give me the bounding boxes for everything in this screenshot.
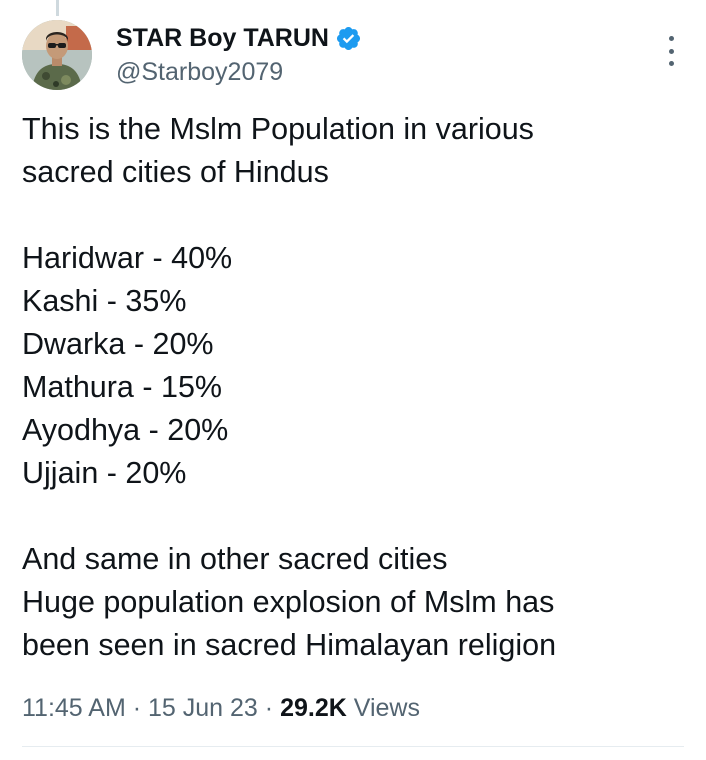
tweet-line: Dwarka - 20%	[22, 327, 214, 361]
tweet-line: Haridwar - 40%	[22, 241, 233, 275]
verified-badge-icon	[336, 26, 360, 50]
tweet-line: Huge population explosion of Mslm has	[22, 585, 555, 619]
tweet-line: Kashi - 35%	[22, 284, 187, 318]
tweet-text: This is the Mslm Population in various s…	[22, 108, 692, 667]
tweet-meta: 11:45 AM · 15 Jun 23 · 29.2K Views	[22, 690, 420, 726]
tweet-line: This is the Mslm Population in various	[22, 112, 534, 146]
dot-icon	[668, 36, 674, 41]
meta-separator: ·	[132, 694, 142, 722]
avatar[interactable]	[22, 20, 92, 90]
tweet-line: Ayodhya - 20%	[22, 413, 229, 447]
tweet-line: Mathura - 15%	[22, 370, 223, 404]
dot-icon	[668, 48, 674, 54]
tweet-time[interactable]: 11:45 AM	[22, 694, 126, 722]
more-options-icon[interactable]	[660, 36, 682, 66]
author-handle[interactable]: @Starboy2079	[116, 56, 283, 88]
dot-icon	[668, 61, 674, 66]
tweet-line: been seen in sacred Himalayan religion	[22, 628, 557, 662]
tweet-date[interactable]: 15 Jun 23	[148, 694, 258, 722]
thread-connector-line	[56, 0, 59, 16]
author-name-row[interactable]: STAR Boy TARUN	[116, 22, 362, 54]
divider	[22, 746, 684, 747]
views-count[interactable]: 29.2K	[280, 694, 347, 722]
tweet-line: Ujjain - 20%	[22, 456, 187, 490]
tweet-line: And same in other sacred cities	[22, 542, 448, 576]
display-name[interactable]: STAR Boy TARUN	[116, 22, 329, 54]
tweet-line: sacred cities of Hindus	[22, 155, 329, 189]
views-label: Views	[353, 694, 420, 722]
meta-separator: ·	[264, 694, 274, 722]
